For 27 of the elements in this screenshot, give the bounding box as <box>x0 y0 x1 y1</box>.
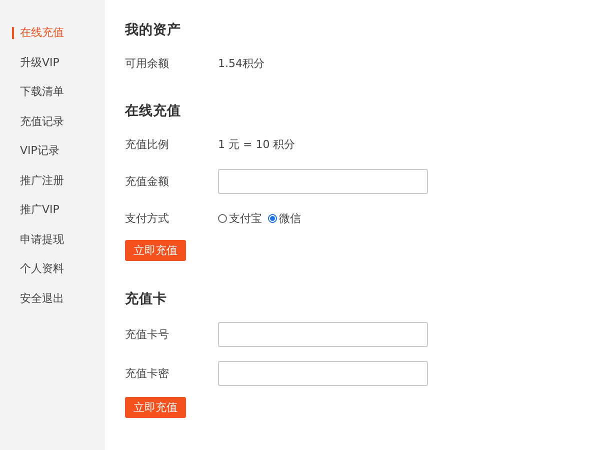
radio-label[interactable]: 支付宝 <box>229 210 262 226</box>
field-label: 支付方式 <box>125 210 170 226</box>
field-label: 充值比例 <box>125 136 170 152</box>
radio-button[interactable] <box>268 214 277 222</box>
sidebar-item[interactable]: 推广VIP <box>0 200 105 230</box>
sidebar-item[interactable]: 推广注册 <box>0 170 105 200</box>
field-label: 可用余额 <box>125 56 170 70</box>
field-label: 充值卡密 <box>125 366 170 381</box>
radio-button[interactable] <box>218 214 227 222</box>
sidebar-item[interactable]: 安全退出 <box>0 288 105 318</box>
radio-label[interactable]: 微信 <box>279 210 301 226</box>
sidebar-item[interactable]: 个人资料 <box>0 259 105 288</box>
sidebar-item[interactable]: 下载清单 <box>0 82 105 112</box>
field-value: 1.54积分 <box>218 56 264 70</box>
section-title: 充值卡 <box>125 290 168 309</box>
field-label: 充值卡号 <box>125 327 170 342</box>
sidebar-item[interactable]: VIP记录 <box>0 141 105 170</box>
section-title: 在线充值 <box>125 102 182 121</box>
sidebar-item[interactable]: 充值记录 <box>0 112 105 141</box>
section-title: 我的资产 <box>125 21 182 40</box>
field-label: 充值金额 <box>125 174 170 189</box>
sidebar-item[interactable]: 升级VIP <box>0 52 105 82</box>
input-field[interactable] <box>218 169 428 194</box>
input-field[interactable] <box>218 322 428 347</box>
sidebar-item[interactable]: 申请提现 <box>0 230 105 259</box>
field-value: 1 元 = 10 积分 <box>218 136 296 152</box>
input-field[interactable] <box>218 361 428 386</box>
